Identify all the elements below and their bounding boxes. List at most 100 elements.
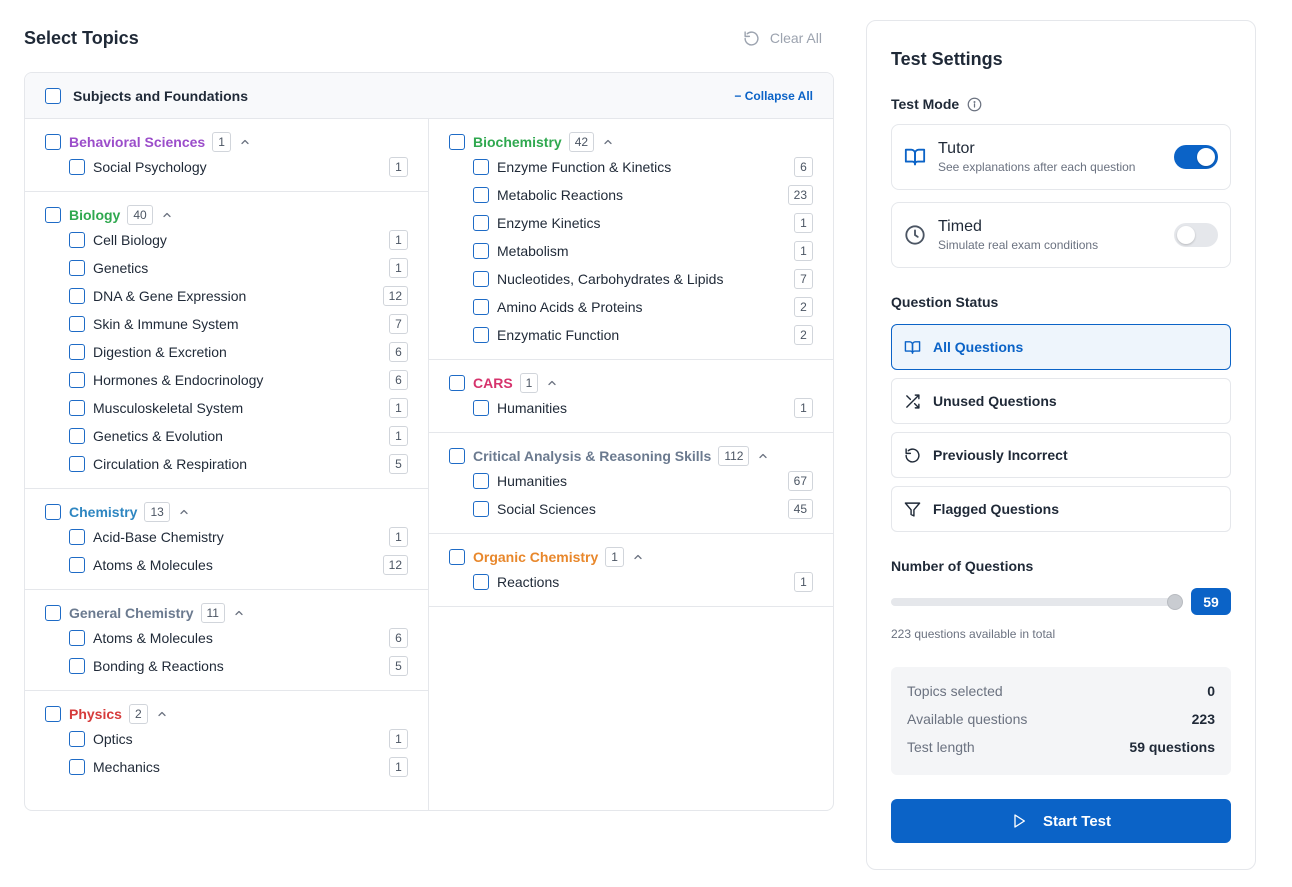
timed-mode-card[interactable]: Timed Simulate real exam conditions (891, 202, 1231, 268)
collapse-all-button[interactable]: − Collapse All (734, 89, 813, 103)
topic-item-checkbox[interactable] (69, 456, 85, 472)
topic-group-checkbox[interactable] (45, 134, 61, 150)
topic-item-checkbox[interactable] (69, 288, 85, 304)
chevron-up-icon[interactable] (632, 551, 644, 563)
topic-item-checkbox[interactable] (473, 574, 489, 590)
topic-item-checkbox[interactable] (473, 215, 489, 231)
topic-item[interactable]: Cell Biology 1 (45, 226, 408, 254)
topic-item[interactable]: Hormones & Endocrinology 6 (45, 366, 408, 394)
tutor-toggle[interactable] (1174, 145, 1218, 169)
topic-item[interactable]: Humanities 1 (449, 394, 813, 422)
topic-item-count: 1 (389, 757, 408, 777)
status-option-flagged-questions[interactable]: Flagged Questions (891, 486, 1231, 532)
topic-group-checkbox[interactable] (45, 207, 61, 223)
select-all-checkbox[interactable] (45, 87, 61, 104)
topic-group-checkbox[interactable] (449, 448, 465, 464)
topic-item-checkbox[interactable] (69, 232, 85, 248)
topic-item[interactable]: Optics 1 (45, 725, 408, 753)
start-test-button[interactable]: Start Test (891, 799, 1231, 843)
chevron-up-icon[interactable] (546, 377, 558, 389)
topic-item-label: Humanities (497, 473, 568, 489)
topic-item-checkbox[interactable] (69, 658, 85, 674)
topic-group-checkbox[interactable] (45, 706, 61, 722)
topic-item-checkbox[interactable] (69, 759, 85, 775)
topic-item-checkbox[interactable] (473, 271, 489, 287)
topic-item[interactable]: DNA & Gene Expression 12 (45, 282, 408, 310)
topic-item[interactable]: Skin & Immune System 7 (45, 310, 408, 338)
topic-item[interactable]: Genetics 1 (45, 254, 408, 282)
topic-group-title[interactable]: CARS (473, 375, 513, 391)
topic-item[interactable]: Musculoskeletal System 1 (45, 394, 408, 422)
topic-item[interactable]: Reactions 1 (449, 568, 813, 596)
topic-item-checkbox[interactable] (69, 428, 85, 444)
chevron-up-icon[interactable] (757, 450, 769, 462)
topic-item-checkbox[interactable] (473, 327, 489, 343)
status-option-previously-incorrect[interactable]: Previously Incorrect (891, 432, 1231, 478)
topic-group-title[interactable]: Organic Chemistry (473, 549, 598, 565)
topic-group-title[interactable]: General Chemistry (69, 605, 194, 621)
topic-item-checkbox[interactable] (69, 372, 85, 388)
topic-item[interactable]: Mechanics 1 (45, 753, 408, 781)
topic-item[interactable]: Genetics & Evolution 1 (45, 422, 408, 450)
chevron-up-icon[interactable] (239, 136, 251, 148)
topic-group-title[interactable]: Chemistry (69, 504, 137, 520)
clear-all-button[interactable]: Clear All (743, 30, 822, 47)
topic-item[interactable]: Atoms & Molecules 12 (45, 551, 408, 579)
chevron-up-icon[interactable] (233, 607, 245, 619)
topic-item[interactable]: Digestion & Excretion 6 (45, 338, 408, 366)
status-option-all-questions[interactable]: All Questions (891, 324, 1231, 370)
topic-group-title[interactable]: Physics (69, 706, 122, 722)
topic-group-title[interactable]: Biology (69, 207, 120, 223)
status-option-unused-questions[interactable]: Unused Questions (891, 378, 1231, 424)
topic-item[interactable]: Nucleotides, Carbohydrates & Lipids 7 (449, 265, 813, 293)
topic-item-checkbox[interactable] (69, 400, 85, 416)
topic-group-checkbox[interactable] (449, 134, 465, 150)
timed-toggle[interactable] (1174, 223, 1218, 247)
topic-item[interactable]: Metabolic Reactions 23 (449, 181, 813, 209)
topic-item[interactable]: Bonding & Reactions 5 (45, 652, 408, 680)
topic-group-checkbox[interactable] (45, 605, 61, 621)
topic-item-checkbox[interactable] (69, 260, 85, 276)
topic-item-checkbox[interactable] (69, 316, 85, 332)
topic-item-checkbox[interactable] (473, 299, 489, 315)
chevron-up-icon[interactable] (156, 708, 168, 720)
topic-item[interactable]: Social Psychology 1 (45, 153, 408, 181)
topic-item-checkbox[interactable] (473, 473, 489, 489)
topic-item[interactable]: Atoms & Molecules 6 (45, 624, 408, 652)
chevron-up-icon[interactable] (602, 136, 614, 148)
topic-group-title[interactable]: Behavioral Sciences (69, 134, 205, 150)
topic-group-checkbox[interactable] (449, 375, 465, 391)
chevron-up-icon[interactable] (161, 209, 173, 221)
topic-item[interactable]: Social Sciences 45 (449, 495, 813, 523)
topic-item[interactable]: Enzymatic Function 2 (449, 321, 813, 349)
info-icon[interactable] (967, 97, 982, 112)
tutor-mode-card[interactable]: Tutor See explanations after each questi… (891, 124, 1231, 190)
topic-item[interactable]: Enzyme Function & Kinetics 6 (449, 153, 813, 181)
topic-item-checkbox[interactable] (473, 159, 489, 175)
chevron-up-icon[interactable] (178, 506, 190, 518)
topic-item-checkbox[interactable] (69, 529, 85, 545)
topic-item[interactable]: Humanities 67 (449, 467, 813, 495)
status-option-label: Unused Questions (933, 393, 1057, 409)
topic-group-checkbox[interactable] (449, 549, 465, 565)
topic-item[interactable]: Acid-Base Chemistry 1 (45, 523, 408, 551)
topic-item-checkbox[interactable] (69, 344, 85, 360)
topic-item-checkbox[interactable] (473, 243, 489, 259)
topic-item-checkbox[interactable] (69, 159, 85, 175)
topic-item-label: Enzymatic Function (497, 327, 620, 343)
slider-thumb[interactable] (1167, 593, 1183, 610)
topic-group-title[interactable]: Critical Analysis & Reasoning Skills (473, 448, 711, 464)
topic-item-checkbox[interactable] (473, 501, 489, 517)
topic-item-checkbox[interactable] (69, 731, 85, 747)
topic-item[interactable]: Amino Acids & Proteins 2 (449, 293, 813, 321)
topic-group-title[interactable]: Biochemistry (473, 134, 562, 150)
topic-item[interactable]: Circulation & Respiration 5 (45, 450, 408, 478)
topic-item-checkbox[interactable] (473, 400, 489, 416)
num-questions-slider[interactable] (891, 593, 1183, 610)
topic-item-checkbox[interactable] (69, 630, 85, 646)
topic-item[interactable]: Metabolism 1 (449, 237, 813, 265)
topic-item[interactable]: Enzyme Kinetics 1 (449, 209, 813, 237)
topic-item-checkbox[interactable] (69, 557, 85, 573)
topic-group-checkbox[interactable] (45, 504, 61, 520)
topic-item-checkbox[interactable] (473, 187, 489, 203)
